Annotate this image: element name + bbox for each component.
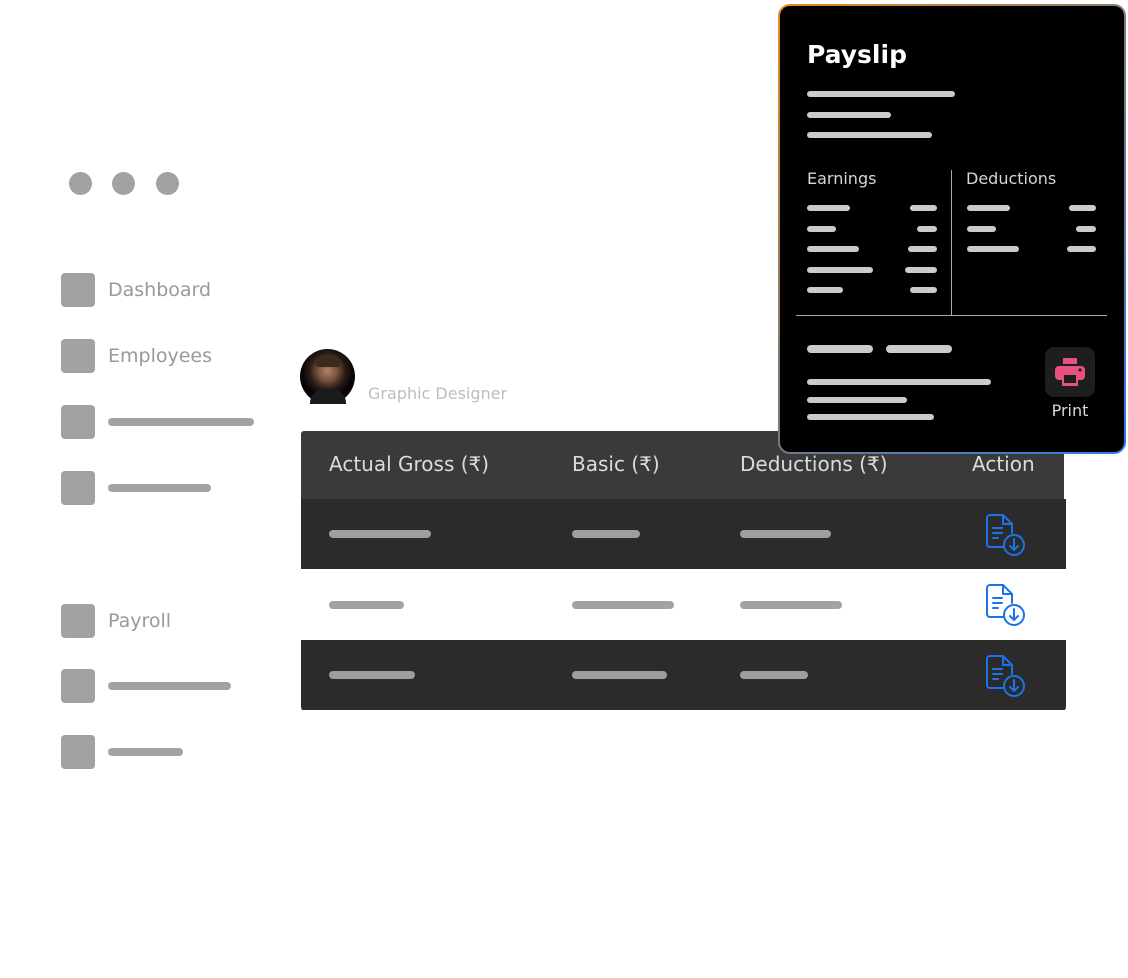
avatar [300,349,355,404]
deductions-label: Deductions [966,169,1057,188]
payroll-icon[interactable] [61,604,95,638]
cell-placeholder [329,671,415,679]
print-label[interactable]: Print [1045,401,1095,420]
window-dot [69,172,92,195]
cell-placeholder [740,601,842,609]
sidebar-item-payroll[interactable]: Payroll [108,610,171,632]
download-document-icon[interactable] [985,583,1027,627]
sidebar-item-icon[interactable] [61,405,95,439]
cell-placeholder [740,530,831,538]
sidebar-item-employees[interactable]: Employees [108,345,212,367]
column-header-action: Action [972,452,1035,476]
sidebar-item-placeholder[interactable] [108,682,231,690]
cell-placeholder [572,530,640,538]
window-dot [112,172,135,195]
print-button[interactable] [1045,347,1095,397]
sidebar-item-placeholder[interactable] [108,748,183,756]
column-header-deductions: Deductions (₹) [740,452,888,476]
sidebar-item-dashboard[interactable]: Dashboard [108,279,211,301]
table-row [301,640,1066,710]
table-row [301,499,1066,569]
window-dot [156,172,179,195]
sidebar-item-placeholder[interactable] [108,484,211,492]
employees-icon[interactable] [61,339,95,373]
employee-role: Graphic Designer [368,384,508,403]
payslip-card: Payslip Earnings Deductions Print [778,4,1126,454]
sidebar-item-icon[interactable] [61,669,95,703]
cell-placeholder [572,601,674,609]
cell-placeholder [329,601,404,609]
download-document-icon[interactable] [985,654,1027,698]
section-divider [796,315,1107,316]
cell-placeholder [740,671,808,679]
table-row [301,569,1066,639]
payslip-title: Payslip [807,40,907,69]
printer-icon [1055,358,1085,386]
payroll-table: Actual Gross (₹) Basic (₹) Deductions (₹… [301,431,1066,711]
download-document-icon[interactable] [985,513,1027,557]
sidebar-item-icon[interactable] [61,735,95,769]
cell-placeholder [572,671,667,679]
column-header-basic: Basic (₹) [572,452,660,476]
sidebar-item-placeholder[interactable] [108,418,254,426]
earnings-label: Earnings [807,169,877,188]
sidebar-item-icon[interactable] [61,471,95,505]
column-divider [951,170,952,315]
column-header-actual-gross: Actual Gross (₹) [329,452,490,476]
cell-placeholder [329,530,431,538]
dashboard-icon[interactable] [61,273,95,307]
